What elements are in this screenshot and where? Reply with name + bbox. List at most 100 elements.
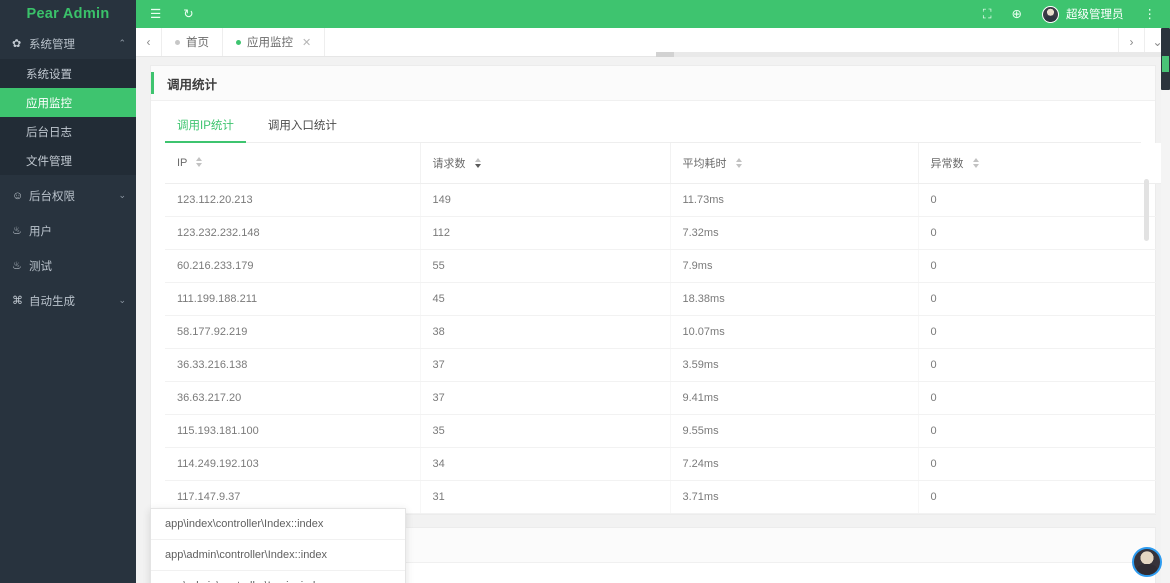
fire-icon: ♨ xyxy=(12,260,22,272)
cell-errors: 0 xyxy=(918,315,1168,349)
sidebar-item-label: 后台日志 xyxy=(26,126,72,139)
cell-requests: 149 xyxy=(420,183,671,217)
vertical-ellipsis-icon[interactable]: ⋮ xyxy=(1144,8,1157,21)
sidebar-group-label: 自动生成 xyxy=(29,295,75,308)
table-row[interactable]: 36.33.216.138 37 3.59ms 0 xyxy=(165,348,1168,382)
table-row[interactable]: 36.63.217.20 37 9.41ms 0 xyxy=(165,381,1168,415)
chevron-down-icon: ⌄ xyxy=(118,190,126,200)
user-name: 超级管理员 xyxy=(1066,9,1124,21)
sidebar-subnav-system: 系统设置 应用监控 后台日志 文件管理 xyxy=(0,59,136,175)
sort-icon[interactable] xyxy=(972,158,980,168)
tab-close-icon[interactable]: ✕ xyxy=(302,36,311,49)
sidebar-group-test[interactable]: ♨ 测试 xyxy=(0,250,136,281)
cell-ip: 123.232.232.148 xyxy=(165,216,421,250)
table-row[interactable]: 60.216.233.179 55 7.9ms 0 xyxy=(165,249,1168,283)
chat-avatar-icon[interactable] xyxy=(1132,547,1162,577)
sidebar-group-label: 用户 xyxy=(29,225,52,238)
cell-ip: 58.177.92.219 xyxy=(165,315,421,349)
tab-label: 首页 xyxy=(186,37,209,49)
cell-ip: 111.199.188.211 xyxy=(165,282,421,316)
tab-home[interactable]: 首页 xyxy=(162,28,223,56)
table-header-row: IP 请求数 平均耗时 异常数 xyxy=(165,143,1168,184)
cell-avg-time: 9.41ms xyxy=(670,381,919,415)
cell-errors: 0 xyxy=(918,249,1168,283)
sidebar-divider xyxy=(0,175,136,178)
sidebar-group-label: 后台权限 xyxy=(29,190,75,203)
sidebar-group-permissions[interactable]: ☺ 后台权限 ⌄ xyxy=(0,180,136,211)
tab-status-dot xyxy=(236,39,241,45)
table-vertical-scrollbar[interactable] xyxy=(1144,179,1149,241)
cell-errors: 0 xyxy=(918,348,1168,382)
call-stats-table: IP 请求数 平均耗时 异常数 123.112.20.213 149 11.73… xyxy=(165,143,1168,514)
dropdown-item[interactable]: app\admin\controller\Index::index xyxy=(151,540,405,571)
cell-requests: 55 xyxy=(420,249,671,283)
cell-ip: 123.112.20.213 xyxy=(165,183,421,217)
sidebar-item-system-settings[interactable]: 系统设置 xyxy=(0,59,136,88)
cell-requests: 45 xyxy=(420,282,671,316)
sort-icon[interactable] xyxy=(196,157,203,167)
cell-avg-time: 11.73ms xyxy=(670,183,919,217)
sidebar-item-app-monitor[interactable]: 应用监控 xyxy=(0,88,136,117)
content-area: 调用统计 调用IP统计 调用入口统计 IP 请求数 平均耗时 异常数 123.1… xyxy=(136,57,1170,583)
fire-icon: ♨ xyxy=(12,225,22,237)
tab-entry-stats[interactable]: 调用入口统计 xyxy=(256,117,349,143)
sidebar-item-backend-log[interactable]: 后台日志 xyxy=(0,117,136,146)
gear-icon: ✿ xyxy=(12,38,22,50)
table-row[interactable]: 123.232.232.148 112 7.32ms 0 xyxy=(165,216,1168,250)
sidebar: Pear Admin ✿ 系统管理 ⌃ 系统设置 应用监控 后台日志 文件管理 … xyxy=(0,0,136,583)
cell-errors: 0 xyxy=(918,447,1168,481)
column-header-errors[interactable]: 异常数 xyxy=(918,143,1168,184)
column-label: 请求数 xyxy=(432,158,466,170)
page-scrollbar[interactable] xyxy=(1161,28,1170,583)
cell-requests: 35 xyxy=(420,414,671,448)
tab-scroll-left-button[interactable]: ‹ xyxy=(136,28,162,56)
cell-avg-time: 7.24ms xyxy=(670,447,919,481)
user-menu[interactable]: 超级管理员 xyxy=(1042,5,1124,23)
sort-icon[interactable] xyxy=(735,158,743,168)
brand-title: Pear Admin xyxy=(0,0,136,28)
dropdown-item[interactable]: app\admin\controller\Login::index xyxy=(151,571,405,583)
column-label: 平均耗时 xyxy=(682,158,727,170)
cell-errors: 0 xyxy=(918,216,1168,250)
cell-errors: 0 xyxy=(918,414,1168,448)
cell-errors: 0 xyxy=(918,381,1168,415)
sidebar-group-codegen[interactable]: ⌘ 自动生成 ⌄ xyxy=(0,285,136,316)
fullscreen-icon[interactable]: ⛶ xyxy=(983,8,992,21)
sort-icon[interactable] xyxy=(474,158,482,168)
call-entry-dropdown[interactable]: app\index\controller\Index::index app\ad… xyxy=(150,508,406,583)
main-region: ☰ ↻ ⛶ ⊕ 超级管理员 ⋮ ‹ 首页 应用监控 ✕ › ⌄ 调用统计 调用I… xyxy=(136,0,1170,583)
sidebar-group-system[interactable]: ✿ 系统管理 ⌃ xyxy=(0,28,136,59)
sidebar-item-label: 应用监控 xyxy=(26,97,72,110)
user-icon: ☺ xyxy=(12,189,24,202)
column-header-requests[interactable]: 请求数 xyxy=(420,143,671,184)
table-row[interactable]: 111.199.188.211 45 18.38ms 0 xyxy=(165,282,1168,316)
column-header-ip[interactable]: IP xyxy=(165,143,421,184)
cell-requests: 34 xyxy=(420,447,671,481)
table-row[interactable]: 123.112.20.213 149 11.73ms 0 xyxy=(165,183,1168,217)
table-body: 123.112.20.213 149 11.73ms 0 123.232.232… xyxy=(165,183,1168,514)
globe-icon[interactable]: ⊕ xyxy=(1012,8,1022,21)
cell-requests: 38 xyxy=(420,315,671,349)
dropdown-item[interactable]: app\index\controller\Index::index xyxy=(151,509,405,540)
cell-avg-time: 9.55ms xyxy=(670,414,919,448)
tab-app-monitor[interactable]: 应用监控 ✕ xyxy=(223,28,326,56)
cell-ip: 36.63.217.20 xyxy=(165,381,421,415)
table-header: IP 请求数 平均耗时 异常数 xyxy=(165,143,1168,184)
column-label: 异常数 xyxy=(930,158,964,170)
cell-errors: 0 xyxy=(918,282,1168,316)
table-row[interactable]: 115.193.181.100 35 9.55ms 0 xyxy=(165,414,1168,448)
sidebar-group-users[interactable]: ♨ 用户 xyxy=(0,215,136,246)
table-row[interactable]: 58.177.92.219 38 10.07ms 0 xyxy=(165,315,1168,349)
refresh-icon[interactable]: ↻ xyxy=(183,8,193,21)
sidebar-item-file-manage[interactable]: 文件管理 xyxy=(0,146,136,175)
page-scrollbar-thumb[interactable] xyxy=(1161,28,1170,90)
tab-ip-stats[interactable]: 调用IP统计 xyxy=(165,117,246,143)
sidebar-group-label: 测试 xyxy=(29,260,52,273)
topbar: ☰ ↻ ⛶ ⊕ 超级管理员 ⋮ xyxy=(136,0,1170,28)
column-header-avg-time[interactable]: 平均耗时 xyxy=(670,143,919,184)
cell-avg-time: 3.71ms xyxy=(670,480,919,514)
table-row[interactable]: 114.249.192.103 34 7.24ms 0 xyxy=(165,447,1168,481)
hamburger-icon[interactable]: ☰ xyxy=(150,8,161,21)
card-body-call-stats: 调用IP统计 调用入口统计 IP 请求数 平均耗时 异常数 123.112.20… xyxy=(151,109,1168,514)
cell-requests: 37 xyxy=(420,381,671,415)
